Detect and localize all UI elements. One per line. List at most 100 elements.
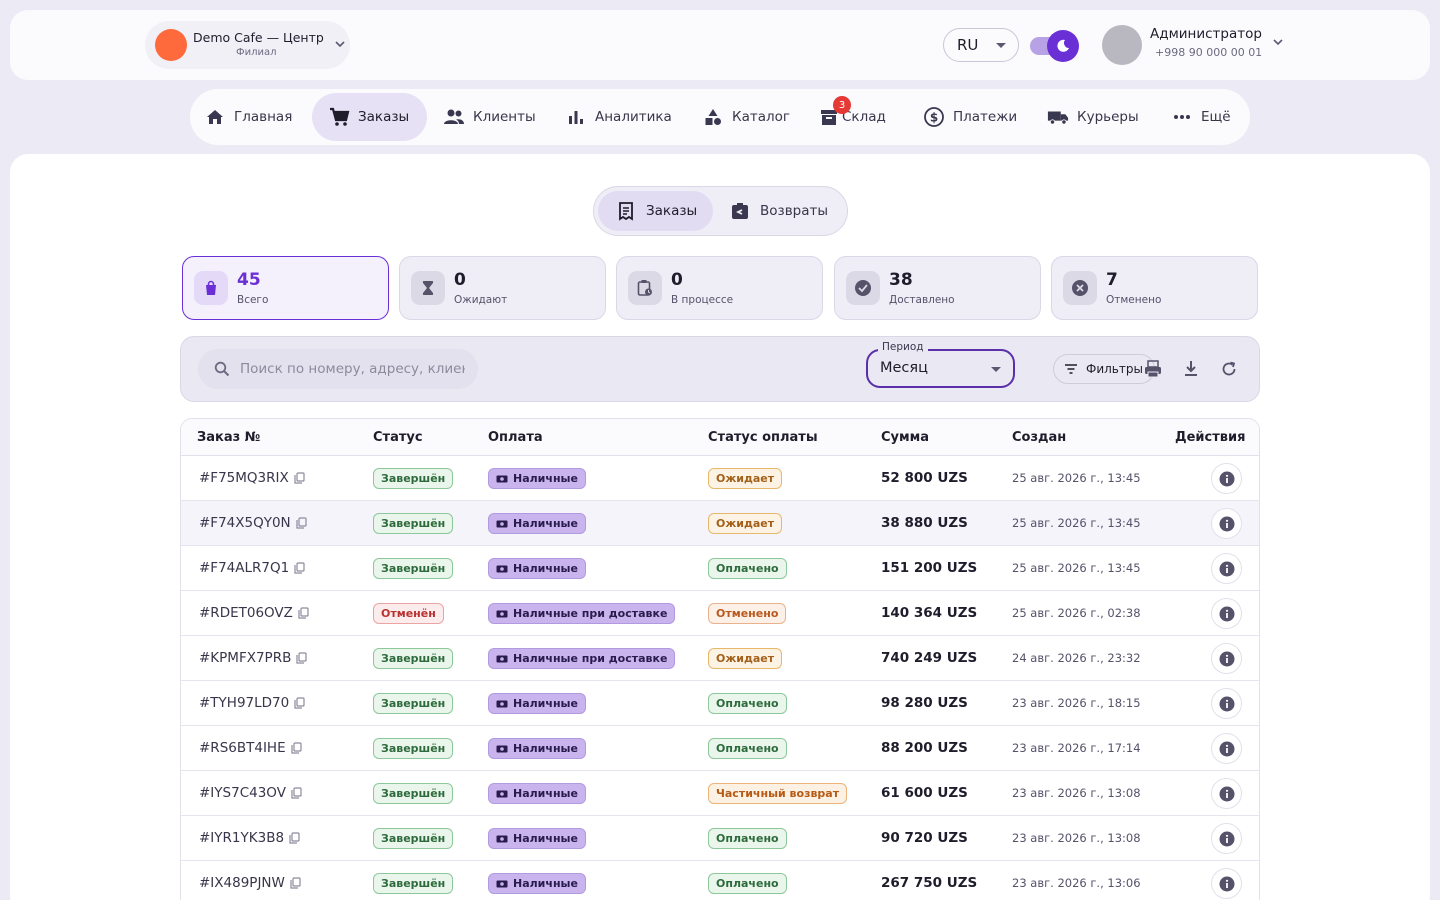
column-header[interactable]: Создан <box>1012 430 1066 445</box>
language-select[interactable]: RU <box>943 28 1019 62</box>
payment-status-badge: Оплачено <box>708 693 787 714</box>
nav-item-catalog[interactable]: Каталог <box>702 93 790 141</box>
order-created: 25 авг. 2026 г., 13:45 <box>1012 561 1141 575</box>
info-button[interactable] <box>1211 598 1242 629</box>
order-id[interactable]: #TYH97LD70 <box>199 695 305 711</box>
order-id[interactable]: #KPMFX7PRB <box>199 650 307 666</box>
filters-button[interactable]: Фильтры <box>1053 354 1155 384</box>
stat-cancelled[interactable]: 7 Отменено <box>1051 256 1258 320</box>
column-header[interactable]: Оплата <box>488 430 543 445</box>
cash-icon <box>496 744 508 754</box>
copy-icon[interactable] <box>291 742 302 754</box>
refresh-icon[interactable] <box>1219 359 1239 379</box>
copy-icon[interactable] <box>296 652 307 664</box>
table-row[interactable]: #RS6BT4IHE Завершён Наличные Оплачено 88 200… <box>181 726 1259 771</box>
search-box <box>198 349 478 389</box>
order-sum: 740 249 UZS <box>881 650 978 666</box>
payment-method-label: Наличные <box>513 562 578 575</box>
nav-item-home[interactable]: Главная <box>204 93 292 141</box>
copy-icon[interactable] <box>294 697 305 709</box>
info-button[interactable] <box>1211 508 1242 539</box>
info-button[interactable] <box>1211 688 1242 719</box>
user-name[interactable]: Администратор <box>1150 26 1262 42</box>
table-row[interactable]: #KPMFX7PRB Завершён Наличные при доставке О… <box>181 636 1259 681</box>
stat-delivered[interactable]: 38 Доставлено <box>834 256 1041 320</box>
payment-method-label: Наличные <box>513 877 578 890</box>
payment-status-badge: Отменено <box>708 603 787 624</box>
nav-item-orders[interactable]: Заказы <box>312 93 427 141</box>
info-button[interactable] <box>1211 463 1242 494</box>
dollar-icon: $ <box>923 106 945 128</box>
order-id-text: #TYH97LD70 <box>199 695 290 711</box>
copy-icon[interactable] <box>290 877 301 889</box>
column-header[interactable]: Статус <box>373 430 423 445</box>
table-row[interactable]: #TYH97LD70 Завершён Наличные Оплачено 98 280… <box>181 681 1259 726</box>
order-status-badge: Завершён <box>373 693 454 714</box>
table-row[interactable]: #F75MQ3RIX Завершён Наличные Ожидает 52 800 … <box>181 456 1259 501</box>
column-header[interactable]: Заказ № <box>197 430 260 445</box>
order-id-text: #F74ALR7Q1 <box>199 560 290 576</box>
copy-icon[interactable] <box>289 832 300 844</box>
stat-pending[interactable]: 0 Ожидают <box>399 256 606 320</box>
copy-icon[interactable] <box>291 787 302 799</box>
table-row[interactable]: #IYR1YK3B8 Завершён Наличные Оплачено 90 720… <box>181 816 1259 861</box>
segment-orders[interactable]: Заказы <box>598 191 713 231</box>
payment-method-badge: Наличные при доставке <box>488 648 676 669</box>
order-id[interactable]: #F75MQ3RIX <box>199 470 305 486</box>
period-value: Месяц <box>880 360 928 376</box>
info-button[interactable] <box>1211 553 1242 584</box>
nav-item-warehouse[interactable]: 3 Склад <box>818 93 886 141</box>
nav-item-more[interactable]: Ещё <box>1171 93 1231 141</box>
table-row[interactable]: #RDET06OVZ Отменён Наличные при доставке От… <box>181 591 1259 636</box>
order-id[interactable]: #IYR1YK3B8 <box>199 830 300 846</box>
stat-value: 0 <box>454 270 466 290</box>
nav-item-payments[interactable]: $ Платежи <box>923 93 1017 141</box>
svg-text:$: $ <box>930 111 938 125</box>
table-row[interactable]: #IX489PJNW Завершён Наличные Оплачено 267 75… <box>181 861 1259 900</box>
table-row[interactable]: #IYS7C43OV Завершён Наличные Частичный возв… <box>181 771 1259 816</box>
column-header[interactable]: Сумма <box>881 430 929 445</box>
order-status-badge: Завершён <box>373 783 454 804</box>
chevron-down-icon <box>334 38 346 53</box>
copy-icon[interactable] <box>296 517 307 529</box>
period-select[interactable]: Период Месяц <box>866 341 1015 388</box>
info-button[interactable] <box>1211 823 1242 854</box>
main-content: Заказы Возвраты 45 Всего 0 Ожидают 0 В п… <box>10 154 1430 900</box>
order-sum: 98 280 UZS <box>881 695 968 711</box>
chevron-down-icon[interactable] <box>1272 36 1284 51</box>
nav-item-analytics[interactable]: Аналитика <box>565 93 672 141</box>
table-row[interactable]: #F74ALR7Q1 Завершён Наличные Оплачено 151 20… <box>181 546 1259 591</box>
order-id-text: #RS6BT4IHE <box>199 740 286 756</box>
stat-total[interactable]: 45 Всего <box>182 256 389 320</box>
order-id[interactable]: #F74ALR7Q1 <box>199 560 305 576</box>
info-button[interactable] <box>1211 778 1242 809</box>
copy-icon[interactable] <box>294 472 305 484</box>
stat-label: Доставлено <box>889 294 955 306</box>
people-icon <box>443 106 465 128</box>
branch-selector[interactable]: Demo Cafe — Центр Филиал <box>145 21 350 69</box>
info-button[interactable] <box>1211 643 1242 674</box>
info-button[interactable] <box>1211 868 1242 899</box>
search-input[interactable] <box>240 361 465 377</box>
caret-down-icon <box>991 367 1001 372</box>
copy-icon[interactable] <box>298 607 309 619</box>
printer-icon[interactable] <box>1143 359 1163 379</box>
copy-icon[interactable] <box>294 562 305 574</box>
column-header[interactable]: Статус оплаты <box>708 430 818 445</box>
stat-in-progress[interactable]: 0 В процессе <box>616 256 823 320</box>
user-avatar[interactable] <box>1102 25 1142 65</box>
order-id[interactable]: #RS6BT4IHE <box>199 740 302 756</box>
download-icon[interactable] <box>1181 359 1201 379</box>
info-button[interactable] <box>1211 733 1242 764</box>
order-id[interactable]: #IX489PJNW <box>199 875 301 891</box>
order-id[interactable]: #RDET06OVZ <box>199 605 309 621</box>
theme-toggle[interactable] <box>1030 30 1079 62</box>
segment-returns[interactable]: Возвраты <box>730 191 828 231</box>
table-row[interactable]: #F74X5QY0N Завершён Наличные Ожидает 38 880 … <box>181 501 1259 546</box>
nav-item-couriers[interactable]: Курьеры <box>1047 93 1139 141</box>
order-id[interactable]: #F74X5QY0N <box>199 515 307 531</box>
payment-method-label: Наличные <box>513 472 578 485</box>
order-id[interactable]: #IYS7C43OV <box>199 785 302 801</box>
top-header: Demo Cafe — Центр Филиал RU Администрато… <box>10 10 1430 80</box>
nav-item-clients[interactable]: Клиенты <box>443 93 536 141</box>
